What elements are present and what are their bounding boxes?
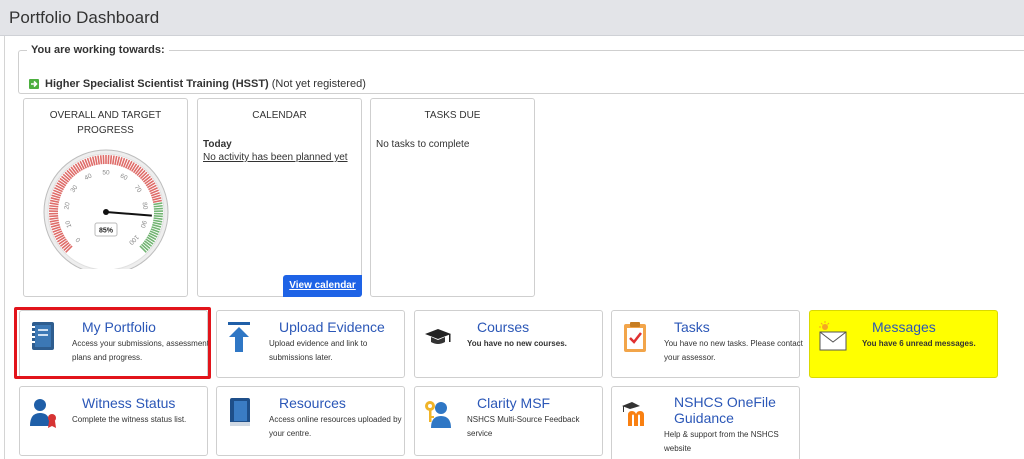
tile-title: Resources xyxy=(279,395,346,411)
gauge-tick xyxy=(153,204,163,208)
calendar-today-label: Today xyxy=(203,139,232,150)
tile-description: You have 6 unread messages. xyxy=(862,339,976,348)
tile-witness-status[interactable]: Witness Status Complete the witness stat… xyxy=(19,386,208,456)
gauge-tick-label: 20 xyxy=(63,201,71,210)
working-towards-legend: You are working towards: xyxy=(31,44,165,56)
tile-description: Upload evidence and link to submissions … xyxy=(269,339,368,362)
tile-title: Messages xyxy=(872,319,936,335)
tasks-due-title: TASKS DUE xyxy=(424,110,481,121)
gauge-value-label: 85% xyxy=(99,228,114,235)
progress-gauge: 010203040 50 6070809010085% xyxy=(43,149,169,269)
envelope-icon xyxy=(818,320,848,354)
tile-upload-evidence[interactable]: Upload Evidence Upload evidence and link… xyxy=(216,310,405,378)
qualification-name[interactable]: Higher Specialist Scientist Training (HS… xyxy=(45,78,269,90)
gauge-tick xyxy=(153,207,163,210)
tile-title: Tasks xyxy=(674,319,710,335)
tile-my-portfolio[interactable]: My Portfolio Access your submissions, as… xyxy=(19,310,209,378)
tile-title: NSHCS OneFile Guidance xyxy=(674,394,776,426)
gauge-tick xyxy=(153,214,163,218)
tile-description: Complete the witness status list. xyxy=(72,415,187,424)
tile-title: My Portfolio xyxy=(82,319,156,335)
gauge-tick xyxy=(99,155,103,165)
tile-onefile-guidance[interactable]: NSHCS OneFile Guidance Help & support fr… xyxy=(611,386,800,459)
tile-title: Courses xyxy=(477,319,530,335)
page-header: Portfolio Dashboard xyxy=(0,0,1024,36)
tile-title: Witness Status xyxy=(82,395,176,411)
gauge-hub xyxy=(103,209,109,215)
tile-description: Access online resources uploaded by your… xyxy=(269,415,402,438)
clipboard-check-icon xyxy=(620,320,650,354)
book-icon xyxy=(28,320,58,354)
page-title: Portfolio Dashboard xyxy=(9,8,160,27)
tile-description: Access your submissions, assessment plan… xyxy=(72,339,209,362)
user-award-icon xyxy=(28,396,58,430)
gauge-tick xyxy=(153,217,163,220)
gauge-tick xyxy=(49,217,59,220)
tile-description: You have no new tasks. Please contact yo… xyxy=(664,339,803,362)
tile-title: Clarity MSF xyxy=(477,395,551,411)
graduation-cap-icon xyxy=(423,320,453,354)
upload-arrow-icon xyxy=(225,320,255,354)
tile-description: NSHCS Multi-Source Feedback service xyxy=(467,415,580,438)
qualification-status: (Not yet registered) xyxy=(271,78,366,90)
progress-panel: OVERALL AND TARGET PROGRESS 0 10 20 30 40 50 6… xyxy=(23,98,188,297)
arrow-right-icon xyxy=(29,79,39,89)
tile-description: Help & support from the NSHCS website xyxy=(664,430,779,453)
calendar-panel: CALENDAR Today No activity has been plan… xyxy=(197,98,362,297)
gauge-tick-label: 50 xyxy=(102,170,110,177)
view-calendar-button[interactable]: View calendar xyxy=(283,275,362,297)
gauge-tick xyxy=(49,214,59,218)
calendar-title: CALENDAR xyxy=(252,110,307,121)
gauge-tick-label: 80 xyxy=(140,202,148,211)
tasks-due-panel: TASKS DUE No tasks to complete xyxy=(370,98,535,297)
calendar-empty-link[interactable]: No activity has been planned yet xyxy=(203,152,348,163)
gauge-tick xyxy=(49,207,59,210)
tile-description: You have no new courses. xyxy=(467,339,567,348)
tile-tasks[interactable]: Tasks You have no new tasks. Please cont… xyxy=(611,310,803,378)
working-towards-fieldset: You are working towards: Higher Speciali… xyxy=(18,44,1024,94)
qualification-row: Higher Specialist Scientist Training (HS… xyxy=(29,78,366,90)
tile-resources[interactable]: Resources Access online resources upload… xyxy=(216,386,405,456)
user-key-icon xyxy=(423,396,453,430)
tile-courses[interactable]: Courses You have no new courses. xyxy=(414,310,603,378)
tasks-due-empty: No tasks to complete xyxy=(376,139,470,150)
tile-title: Upload Evidence xyxy=(279,319,385,335)
tile-messages[interactable]: Messages You have 6 unread messages. xyxy=(809,310,998,378)
book-blue-icon xyxy=(225,396,255,430)
gauge-tick xyxy=(49,204,59,208)
tile-clarity-msf[interactable]: Clarity MSF NSHCS Multi-Source Feedback … xyxy=(414,386,603,456)
progress-title: OVERALL AND TARGET PROGRESS xyxy=(49,110,162,136)
content-border xyxy=(4,36,5,459)
moodle-icon xyxy=(620,396,650,430)
gauge-tick xyxy=(109,155,113,165)
